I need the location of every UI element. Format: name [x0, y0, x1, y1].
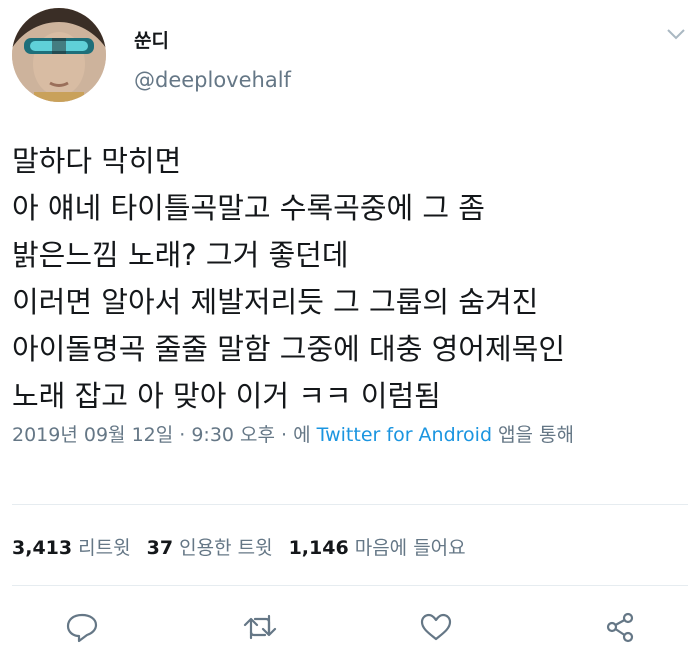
likes-count: 1,146 — [288, 537, 349, 559]
tweet-line: 이러면 알아서 제발저리듯 그 그룹의 숨겨진 — [12, 285, 539, 319]
share-icon[interactable] — [600, 610, 640, 644]
chevron-down-icon[interactable] — [664, 24, 688, 44]
tweet-metadata: 2019년 09월 12일 · 9:30 오후 · 에 Twitter for … — [12, 420, 684, 451]
user-handle[interactable]: @deeplovehalf — [134, 68, 291, 92]
retweet-icon[interactable] — [240, 610, 280, 644]
tweet-source-link[interactable]: Twitter for Android — [317, 424, 492, 446]
tweet-line: 말하다 막히면 — [12, 144, 182, 178]
retweets-count: 3,413 — [12, 537, 73, 559]
quotes-label: 인용한 트윗 — [179, 537, 273, 559]
quotes-stat[interactable]: 37 인용한 트윗 — [147, 537, 273, 559]
reply-icon[interactable] — [62, 610, 102, 644]
avatar[interactable] — [12, 8, 106, 102]
quotes-count: 37 — [146, 537, 174, 559]
heart-icon[interactable] — [416, 610, 456, 644]
likes-stat[interactable]: 1,146 마음에 들어요 — [289, 537, 466, 559]
tweet-line: 노래 잡고 아 맞아 이거 ㅋㅋ 이럼됨 — [12, 379, 441, 413]
tweet-line: 아이돌명곡 줄줄 말함 그중에 대충 영어제목인 — [12, 332, 566, 366]
tweet-line: 아 얘네 타이틀곡말고 수록곡중에 그 좀 — [12, 191, 485, 225]
likes-label: 마음에 들어요 — [354, 537, 466, 559]
user-name[interactable]: 쑨디 — [134, 26, 169, 53]
tweet-datetime[interactable]: 2019년 09월 12일 · 9:30 오후 · 에 — [12, 424, 317, 446]
retweets-label: 리트윗 — [78, 537, 131, 559]
tweet-source-suffix: 앱을 통해 — [492, 424, 574, 446]
tweet-stats: 3,413 리트윗 37 인용한 트윗 1,146 마음에 들어요 — [12, 533, 482, 560]
divider — [12, 504, 688, 505]
retweets-stat[interactable]: 3,413 리트윗 — [12, 537, 131, 559]
divider — [12, 585, 688, 586]
tweet-line: 밝은느낌 노래? 그거 좋던데 — [12, 238, 349, 272]
avatar-image — [12, 8, 106, 102]
tweet-text: 말하다 막히면 아 얘네 타이틀곡말고 수록곡중에 그 좀 밝은느낌 노래? 그… — [12, 138, 692, 420]
